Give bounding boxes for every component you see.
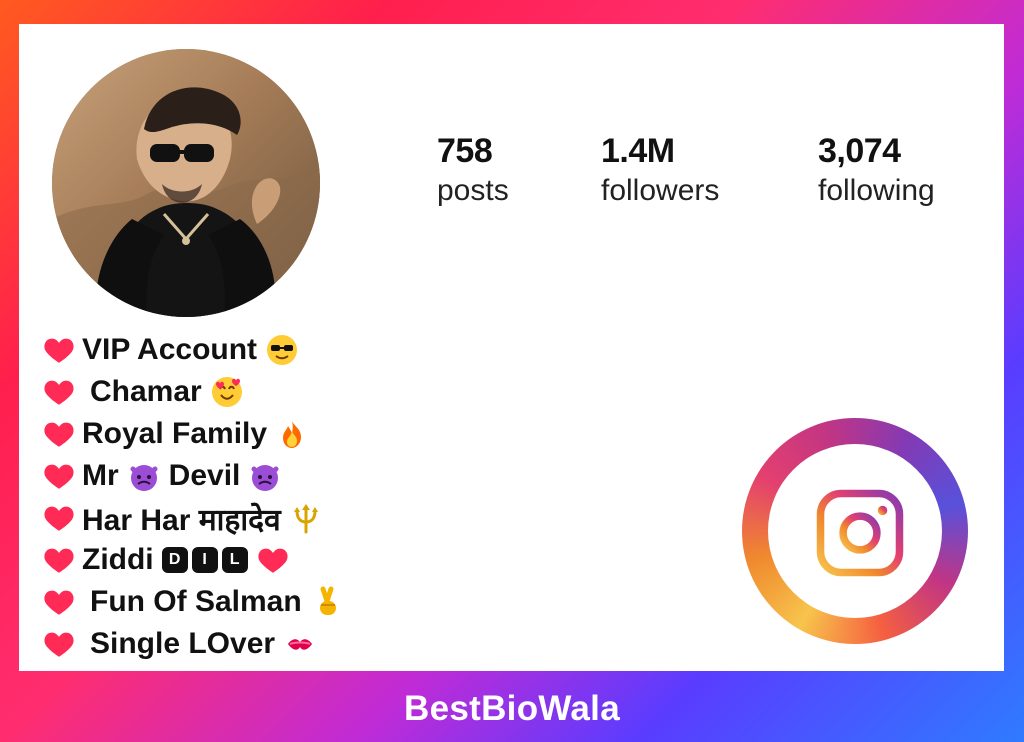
bio-line-har-har: Har Har माहादेव <box>42 498 323 538</box>
heart-icon <box>44 506 74 531</box>
dil-badge: I <box>191 547 218 573</box>
kiss-mark-emoji-icon <box>283 627 317 661</box>
dil-badge: D <box>161 547 188 573</box>
instagram-logo-icon <box>816 489 904 577</box>
bio-line-vip: VIP Account <box>42 330 299 370</box>
heart-icon <box>44 632 74 657</box>
heart-icon <box>44 590 74 615</box>
devil-emoji-icon <box>127 459 161 493</box>
dil-badge: L <box>221 547 248 573</box>
bio-text: Mr <box>82 459 119 492</box>
stat-following[interactable]: 3,074 following <box>818 132 935 208</box>
heart-icon <box>44 338 74 363</box>
heart-icon <box>44 380 74 405</box>
victory-hand-emoji-icon <box>310 585 344 619</box>
bio-line-royal-family: Royal Family <box>42 414 309 454</box>
smiling-face-hearts-emoji-icon <box>210 375 244 409</box>
bio-text: Devil <box>168 459 241 492</box>
stat-posts[interactable]: 758 posts <box>437 132 509 208</box>
bio-section: VIP Account Chamar Royal Family Mr Devil… <box>42 330 472 670</box>
profile-avatar[interactable] <box>52 49 320 317</box>
devil-emoji-icon <box>248 459 282 493</box>
posts-count: 758 <box>437 132 493 170</box>
sunglasses-emoji-icon <box>265 333 299 367</box>
following-label: following <box>818 174 935 207</box>
bio-text: Fun Of Salman <box>90 585 302 618</box>
following-count: 3,074 <box>818 132 901 170</box>
bio-line-fun-of-salman: Fun Of Salman <box>42 582 344 622</box>
posts-label: posts <box>437 174 509 207</box>
brand-watermark: BestBioWala <box>404 689 620 728</box>
heart-icon <box>44 422 74 447</box>
stat-followers[interactable]: 1.4M followers <box>601 132 719 208</box>
fire-emoji-icon <box>275 417 309 451</box>
promo-frame: 758 posts 1.4M followers 3,074 following… <box>0 0 1024 742</box>
bio-text: Har Har माहादेव <box>82 503 281 537</box>
bio-line-single-lover: Single LOver <box>42 624 317 664</box>
trident-emoji-icon <box>289 501 323 535</box>
heart-icon <box>44 464 74 489</box>
followers-label: followers <box>601 174 720 207</box>
bio-text: Chamar <box>90 375 202 408</box>
followers-count: 1.4M <box>601 132 675 170</box>
profile-stats: 758 posts 1.4M followers 3,074 following <box>437 132 997 222</box>
bio-line-mr-devil: Mr Devil <box>42 456 282 496</box>
avatar-person-illustration <box>52 49 320 317</box>
bio-text: Ziddi <box>82 543 154 576</box>
bio-text: VIP Account <box>82 333 258 366</box>
bio-line-chamar: Chamar <box>42 372 244 412</box>
bio-text: Royal Family <box>82 417 268 450</box>
heart-emoji-icon <box>256 543 290 577</box>
bio-line-ziddi-dil: Ziddi D I L <box>42 540 290 580</box>
heart-icon <box>44 548 74 573</box>
bio-text: Single LOver <box>90 627 276 660</box>
